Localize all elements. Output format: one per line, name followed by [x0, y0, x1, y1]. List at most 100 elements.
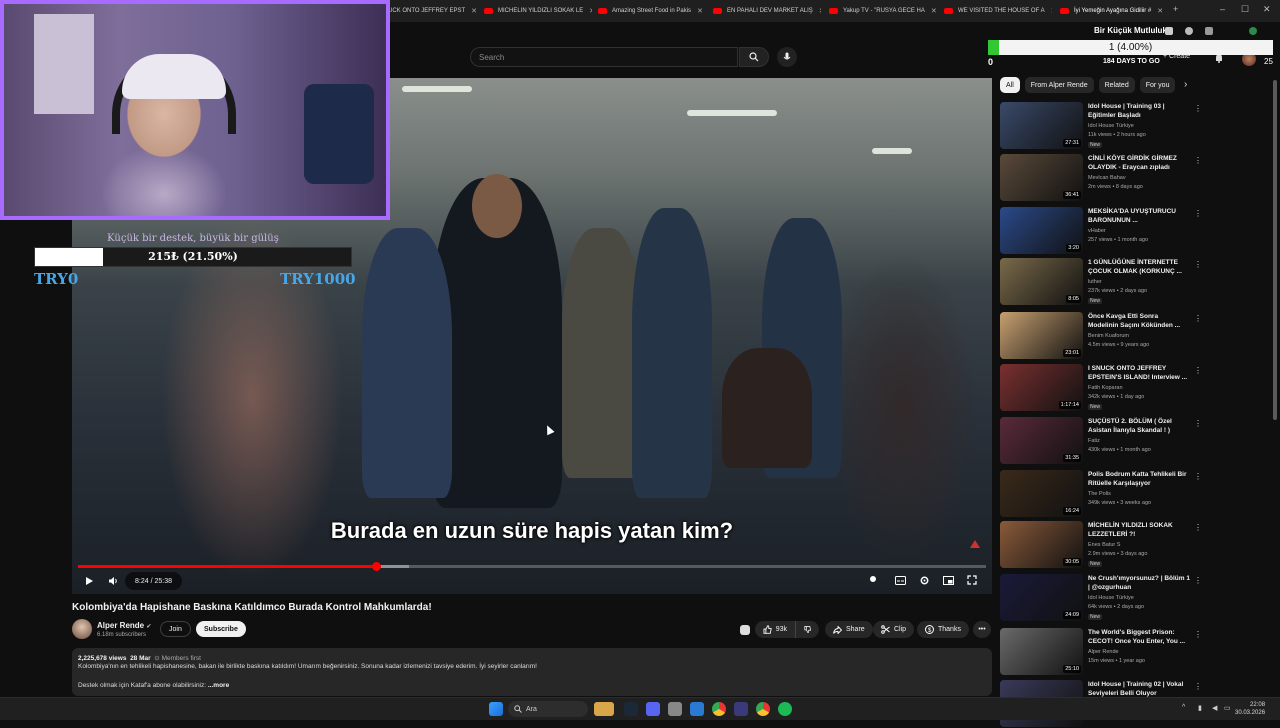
close-icon[interactable]: ✕: [697, 7, 703, 15]
like-button[interactable]: 93k: [755, 621, 795, 638]
browser-tab-active[interactable]: İyi Yemeğin Ayağına Gidiliir # ✕: [1060, 3, 1168, 19]
recommended-channel[interactable]: Idol House Türkiye: [1088, 595, 1134, 601]
channel-name[interactable]: Alper Rende ✔: [97, 621, 151, 630]
battery-icon[interactable]: ▭: [1224, 704, 1231, 712]
video-thumbnail[interactable]: 36:41: [1000, 154, 1083, 201]
video-progress-bar[interactable]: [78, 562, 986, 571]
close-icon[interactable]: ✕: [471, 7, 477, 15]
network-icon[interactable]: ▮: [1198, 704, 1202, 712]
more-options-icon[interactable]: ⋮: [1194, 682, 1202, 691]
play-button[interactable]: [82, 574, 96, 588]
clip-button[interactable]: Clip: [873, 621, 915, 638]
extension-icon[interactable]: [1165, 27, 1173, 35]
recommended-video[interactable]: 3:20 MEKSİKA'DA UYUŞTURUCU BARONUNUN ... v…: [1000, 207, 1205, 255]
browser-tab[interactable]: UCK ONTO JEFFREY EPST ✕: [388, 3, 480, 19]
recommended-video[interactable]: 8:05 1 GÜNLÜĞÜNE İNTERNETTE ÇOCUK OLMAK (…: [1000, 258, 1205, 306]
discord-icon[interactable]: [646, 702, 660, 716]
recommended-video[interactable]: 27:31 Idol House | Training 03 | Eğitimle…: [1000, 102, 1205, 150]
recommended-video[interactable]: 31:35 SUÇÜSTÜ 2. BÖLÜM ( Özel Asistan İla…: [1000, 417, 1205, 465]
video-thumbnail[interactable]: 3:20: [1000, 207, 1083, 254]
more-options-icon[interactable]: ⋮: [1194, 209, 1202, 218]
recommended-channel[interactable]: Alper Rende: [1088, 649, 1119, 655]
video-thumbnail[interactable]: 27:31: [1000, 102, 1083, 149]
recommended-channel[interactable]: Benim Kuaforum: [1088, 333, 1129, 339]
recommended-video[interactable]: 36:41 CİNLİ KÖYE GİRDİK GİRMEZ OLAYDIK - …: [1000, 154, 1205, 202]
recommended-video[interactable]: 24:09 Ne Crush'ımyorsunuz? | Bölüm 1 | @o…: [1000, 574, 1205, 622]
chip-for-you[interactable]: For you: [1139, 77, 1176, 93]
recommended-channel[interactable]: Idol House Türkiye: [1088, 123, 1134, 129]
more-options-icon[interactable]: ⋮: [1194, 260, 1202, 269]
taskbar-search[interactable]: Ara: [508, 701, 588, 717]
windows-start-icon[interactable]: [489, 702, 503, 716]
video-thumbnail[interactable]: 23:01: [1000, 312, 1083, 359]
recommended-channel[interactable]: Mevlcan Bahav: [1088, 175, 1126, 181]
recommended-channel[interactable]: vHaber: [1088, 228, 1106, 234]
close-icon[interactable]: ✕: [1157, 7, 1163, 15]
close-icon[interactable]: ✕: [931, 7, 937, 15]
browser-tab[interactable]: MICHELIN YILDIZLI SOKAK LE ✕: [484, 3, 592, 19]
puzzle-icon[interactable]: [1205, 27, 1213, 35]
recommended-video[interactable]: 16:24 Polis Bodrum Katta Tehlikeli Bir Ri…: [1000, 470, 1205, 518]
dislike-button[interactable]: [795, 621, 819, 638]
chip-all[interactable]: All: [1000, 77, 1020, 93]
chevron-right-icon[interactable]: ›: [1184, 79, 1187, 90]
search-input[interactable]: Search: [470, 47, 738, 67]
recommended-video[interactable]: 25:10 The World's Biggest Prison: CECOT! …: [1000, 628, 1205, 676]
more-options-icon[interactable]: ⋮: [1194, 156, 1202, 165]
more-options-icon[interactable]: ⋮: [1194, 576, 1202, 585]
highlights-icon[interactable]: [740, 625, 750, 635]
video-thumbnail[interactable]: 16:24: [1000, 470, 1083, 517]
video-thumbnail[interactable]: 8:05: [1000, 258, 1083, 305]
close-window-button[interactable]: ✕: [1263, 4, 1271, 15]
description-box[interactable]: 2,225,678 views 28 Mar ⊙ Members first K…: [72, 648, 992, 696]
taskbar-clock[interactable]: 22:08 30.03.2026: [1235, 701, 1265, 717]
more-options-icon[interactable]: ⋮: [1194, 523, 1202, 532]
maximize-button[interactable]: ☐: [1241, 4, 1249, 15]
show-more-link[interactable]: ...more: [208, 682, 229, 689]
microphone-button[interactable]: [777, 47, 797, 67]
app-icon[interactable]: [734, 702, 748, 716]
file-explorer-icon[interactable]: [668, 702, 682, 716]
join-button[interactable]: Join: [160, 621, 191, 637]
subscribe-button[interactable]: Subscribe: [196, 621, 246, 637]
more-options-icon[interactable]: ⋮: [1194, 472, 1202, 481]
minimize-button[interactable]: –: [1220, 4, 1225, 14]
browser-tab[interactable]: Amazing Street Food in Pakis ✕: [598, 3, 706, 19]
chrome-icon[interactable]: [712, 702, 726, 716]
chrome-icon[interactable]: [756, 702, 770, 716]
volume-icon[interactable]: ◀: [1212, 704, 1217, 712]
share-button[interactable]: Share: [825, 621, 873, 638]
settings-button[interactable]: [918, 574, 930, 586]
recommended-channel[interactable]: Enes Batur S: [1088, 542, 1120, 548]
profile-icon[interactable]: [1249, 27, 1257, 35]
recommended-channel[interactable]: The Polis: [1088, 491, 1111, 497]
thanks-button[interactable]: $ Thanks: [917, 621, 969, 638]
search-button[interactable]: [739, 47, 769, 67]
browser-tab[interactable]: EN PAHALI DEV MARKET ALIŞ ✕: [713, 3, 821, 19]
volume-button[interactable]: [106, 574, 120, 588]
steam-icon[interactable]: [624, 702, 638, 716]
recommended-channel[interactable]: luther: [1088, 279, 1102, 285]
close-icon[interactable]: ✕: [1051, 7, 1052, 15]
recommended-video[interactable]: 23:01 Önce Kavga Etti Sonra Modelinin Saç…: [1000, 312, 1205, 360]
close-icon[interactable]: ✕: [819, 7, 821, 15]
chip-related[interactable]: Related: [1098, 77, 1135, 93]
recommended-channel[interactable]: Fatih Koparan: [1088, 385, 1123, 391]
video-thumbnail[interactable]: 24:09: [1000, 574, 1083, 621]
browser-tab[interactable]: WE VISITED THE HOUSE OF A ✕: [944, 3, 1052, 19]
miniplayer-button[interactable]: [942, 574, 954, 586]
browser-tab[interactable]: Yakup TV - "RUSYA GECE HA ✕: [829, 3, 937, 19]
new-tab-button[interactable]: +: [1173, 4, 1178, 14]
video-thumbnail[interactable]: 31:35: [1000, 417, 1083, 464]
autoplay-toggle[interactable]: [868, 574, 878, 584]
video-thumbnail[interactable]: 25:10: [1000, 628, 1083, 675]
recommended-video[interactable]: 1:17:14 I SNUCK ONTO JEFFREY EPSTEIN'S IS…: [1000, 364, 1205, 412]
video-thumbnail[interactable]: 30:05: [1000, 521, 1083, 568]
chip-from-channel[interactable]: From Alper Rende: [1024, 77, 1094, 93]
more-options-icon[interactable]: ⋮: [1194, 630, 1202, 639]
more-options-icon[interactable]: ⋮: [1194, 314, 1202, 323]
recommended-channel[interactable]: Fatiz: [1088, 438, 1100, 444]
video-scrubber[interactable]: [371, 562, 381, 571]
more-options-icon[interactable]: ⋮: [1194, 419, 1202, 428]
fullscreen-button[interactable]: [966, 574, 978, 586]
